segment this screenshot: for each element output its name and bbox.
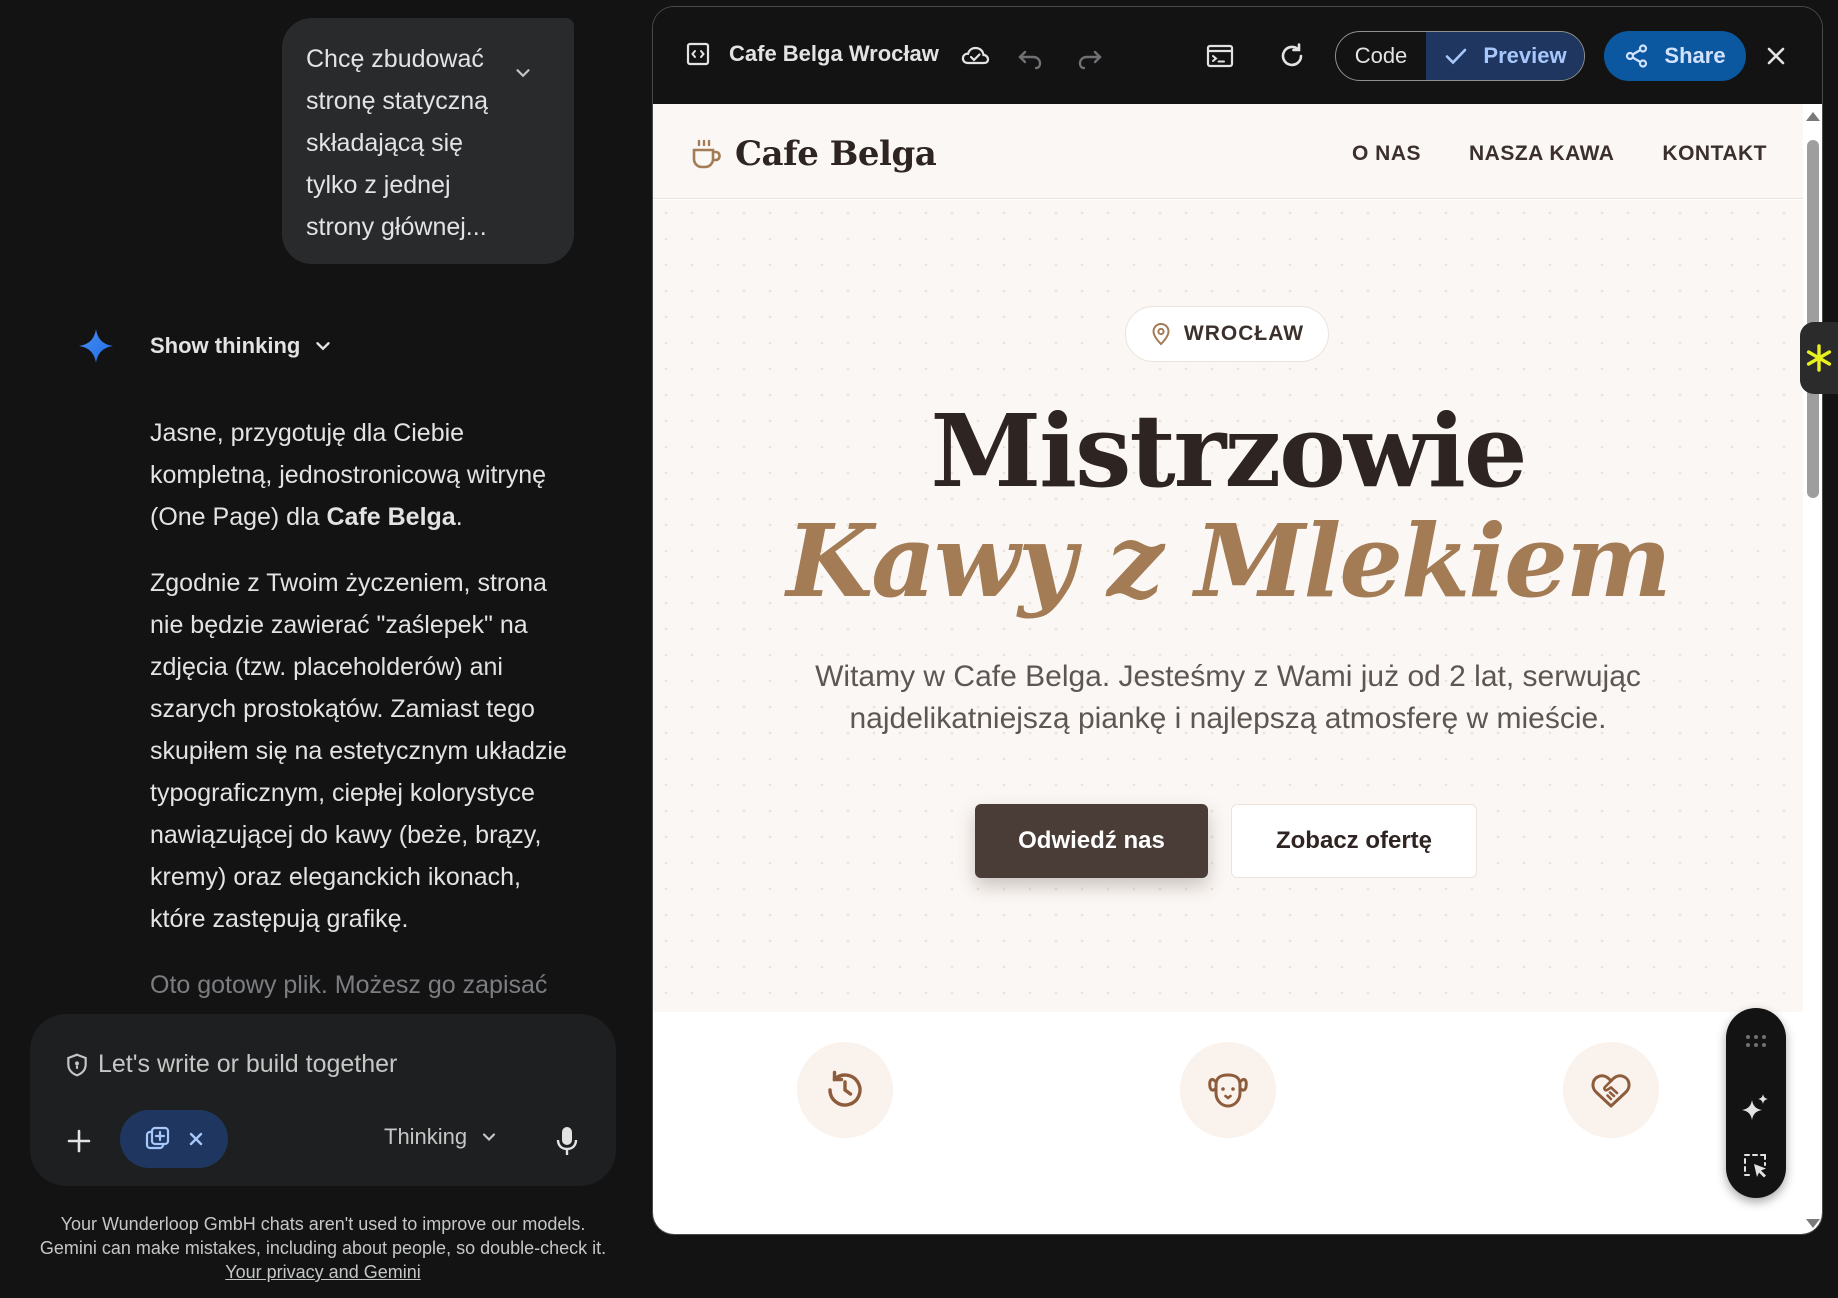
scroll-down-arrow[interactable] (1806, 1219, 1820, 1228)
close-icon[interactable] (1765, 45, 1787, 67)
asterisk-icon (1806, 344, 1832, 372)
feature-pet-friendly (1180, 1042, 1276, 1138)
code-file-icon (686, 42, 710, 66)
user-message-bubble: Chcę zbudować stronę statyczną składając… (282, 18, 574, 264)
mode-label: Thinking (384, 1124, 468, 1149)
add-attachment-icon[interactable] (64, 1126, 94, 1156)
canvas-toolbar: Cafe Belga Wrocław Code Preview Share (653, 7, 1822, 104)
microphone-icon[interactable] (552, 1124, 582, 1158)
chevron-down-icon (316, 342, 331, 351)
user-message-text: Chcę zbudować stronę statyczną składając… (306, 45, 489, 241)
preview-scrollbar[interactable] (1803, 104, 1822, 1234)
share-icon (1626, 44, 1648, 68)
headline-line-2: Kawy z Mlekiem (786, 502, 1671, 620)
console-icon[interactable] (1205, 41, 1235, 71)
prompt-composer: Let's write or build together Thinking (30, 1014, 616, 1186)
expand-message-icon[interactable] (512, 62, 534, 84)
answer-paragraph-2: Zgodnie z Twoim życzeniem, strona nie bę… (150, 569, 567, 933)
check-icon (1446, 48, 1467, 65)
show-thinking-label: Show thinking (150, 333, 301, 358)
answer-paragraph-3: Oto gotowy plik. Możesz go zapisać (150, 971, 548, 999)
code-tab[interactable]: Code (1336, 32, 1426, 80)
share-label: Share (1664, 43, 1726, 68)
privacy-link[interactable]: Your privacy and Gemini (225, 1262, 420, 1282)
drag-handle-icon[interactable] (1744, 1034, 1768, 1048)
nav-link-kontakt[interactable]: KONTAKT (1662, 142, 1767, 166)
site-nav-links: O NAS NASZA KAWA KONTAKT (1352, 142, 1767, 166)
feature-community (1563, 1042, 1659, 1138)
hero-lead-text: Witamy w Cafe Belga. Jesteśmy z Wami już… (815, 660, 1641, 735)
floating-edit-toolbar (1726, 1008, 1786, 1198)
coffee-cup-icon (692, 139, 721, 169)
disclaimer-text: Your Wunderloop GmbH chats aren't used t… (39, 1214, 607, 1258)
answer-paragraph-1: Jasne, przygotuję dla Ciebie kompletną, … (150, 412, 580, 538)
preview-label: Preview (1483, 43, 1567, 68)
prompt-input[interactable]: Let's write or build together (64, 1050, 397, 1079)
canvas-icon (145, 1126, 170, 1150)
chevron-down-icon (483, 1133, 496, 1142)
cloud-sync-icon[interactable] (960, 41, 990, 71)
side-extension-tab[interactable] (1800, 322, 1838, 394)
history-icon (828, 1070, 862, 1107)
dog-icon (1208, 1073, 1248, 1108)
refresh-icon[interactable] (1277, 41, 1307, 71)
preview-tab[interactable]: Preview (1426, 32, 1584, 80)
heart-handshake-icon (1591, 1074, 1631, 1108)
location-pill: WROCŁAW (1125, 306, 1329, 362)
mode-selector[interactable]: Thinking (384, 1124, 499, 1150)
site-preview: Cafe Belga O NAS NASZA KAWA KONTAKT WROC… (653, 104, 1803, 1234)
undo-icon[interactable] (1015, 43, 1045, 73)
site-brand: Cafe Belga (735, 134, 937, 174)
site-logo[interactable]: Cafe Belga (689, 134, 937, 174)
nav-link-o-nas[interactable]: O NAS (1352, 142, 1421, 166)
scroll-thumb[interactable] (1807, 140, 1819, 498)
canvas-title: Cafe Belga Wrocław (729, 41, 939, 66)
show-thinking-toggle[interactable]: Show thinking (78, 328, 334, 364)
canvas-title-area: Cafe Belga Wrocław (685, 41, 939, 67)
ai-edit-sparkle-icon[interactable] (1742, 1092, 1770, 1120)
answer-bold-brand: Cafe Belga (326, 503, 456, 531)
nav-link-nasza-kawa[interactable]: NASZA KAWA (1469, 142, 1614, 166)
gemini-spark-icon (79, 329, 113, 363)
see-offer-button[interactable]: Zobacz ofertę (1231, 804, 1477, 878)
map-pin-icon (1152, 322, 1170, 346)
site-navbar: Cafe Belga O NAS NASZA KAWA KONTAKT (653, 104, 1803, 199)
select-element-icon[interactable] (1742, 1152, 1770, 1180)
location-label: WROCŁAW (1183, 322, 1305, 345)
canvas-tool-chip[interactable] (120, 1110, 228, 1168)
answer-text: . (455, 503, 463, 531)
visit-us-button[interactable]: Odwiedź nas (975, 804, 1208, 878)
feature-history (797, 1042, 893, 1138)
canvas-panel: Cafe Belga Wrocław Code Preview Share Ca… (652, 6, 1823, 1235)
chat-panel: Chcę zbudować stronę statyczną składając… (0, 0, 640, 1298)
prompt-placeholder: Let's write or build together (98, 1050, 398, 1078)
share-button[interactable]: Share (1604, 31, 1746, 81)
assistant-answer: Jasne, przygotuję dla Ciebie kompletną, … (150, 412, 580, 1030)
redo-icon[interactable] (1075, 43, 1105, 73)
hero-section: WROCŁAW Mistrzowie Kawy z Mlekiem Witamy… (653, 200, 1803, 1012)
disclaimer: Your Wunderloop GmbH chats aren't used t… (30, 1212, 616, 1284)
headline-line-1: Mistrzowie (930, 392, 1527, 510)
shield-icon (67, 1053, 87, 1076)
view-toggle: Code Preview (1335, 31, 1585, 81)
remove-chip-icon[interactable] (188, 1131, 204, 1147)
scroll-up-arrow[interactable] (1806, 112, 1820, 121)
